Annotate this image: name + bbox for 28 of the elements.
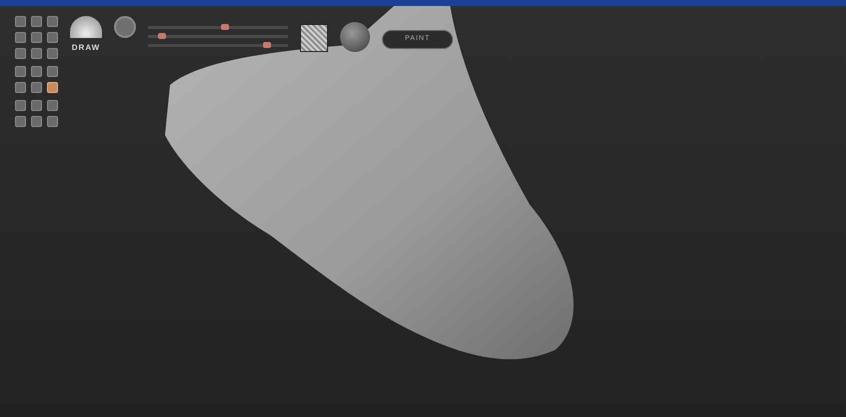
tool-button[interactable]	[15, 66, 26, 77]
tool-button[interactable]	[31, 116, 42, 127]
stamp-thumbnail[interactable]	[300, 24, 328, 52]
tool-button[interactable]	[15, 16, 26, 27]
tool-button[interactable]	[15, 32, 26, 43]
tool-button[interactable]	[15, 100, 26, 111]
tool-button[interactable]	[47, 82, 58, 93]
tool-button[interactable]	[31, 100, 42, 111]
tool-button[interactable]	[47, 66, 58, 77]
slider-thumb[interactable]	[158, 33, 166, 39]
tool-button[interactable]	[31, 32, 42, 43]
tool-button[interactable]	[15, 82, 26, 93]
slider-thumb[interactable]	[263, 42, 271, 48]
tool-button[interactable]	[15, 48, 26, 59]
tool-button[interactable]	[31, 82, 42, 93]
tool-button[interactable]	[31, 48, 42, 59]
tool-button[interactable]	[15, 116, 26, 127]
tool-button[interactable]	[47, 116, 58, 127]
tool-button[interactable]	[47, 16, 58, 27]
tool-button[interactable]	[31, 66, 42, 77]
slider-thumb[interactable]	[221, 24, 229, 30]
tool-button[interactable]	[31, 16, 42, 27]
brush-label: DRAW	[72, 42, 100, 54]
tool-button[interactable]	[47, 100, 58, 111]
tool-button[interactable]	[47, 32, 58, 43]
brush-dial-icon[interactable]	[70, 16, 102, 38]
tool-button[interactable]	[47, 48, 58, 59]
falloff-dial-icon[interactable]	[114, 16, 136, 38]
